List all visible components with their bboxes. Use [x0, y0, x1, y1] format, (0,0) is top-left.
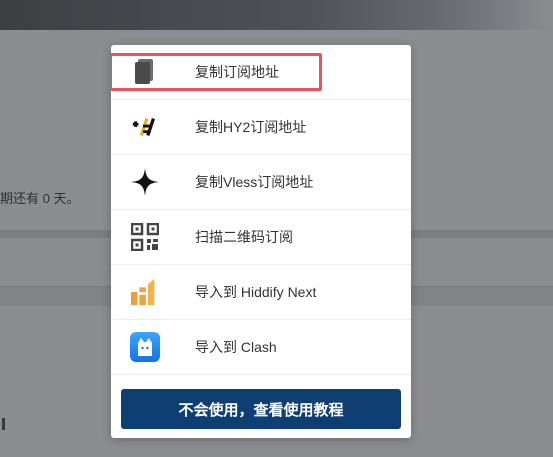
menu-item-copy-subscription[interactable]: 复制订阅地址	[111, 45, 411, 100]
menu-item-label: 复制订阅地址	[195, 64, 279, 80]
tutorial-button[interactable]: 不会使用，查看使用教程	[121, 389, 401, 429]
menu-item-label: 复制Vless订阅地址	[195, 174, 314, 190]
hysteria2-icon	[130, 112, 160, 142]
hiddify-icon	[130, 277, 160, 307]
menu-item-label: 扫描二维码订阅	[195, 229, 293, 245]
menu-item-scan-qr[interactable]: 扫描二维码订阅	[111, 210, 411, 265]
menu-item-import-clash[interactable]: 导入到 Clash	[111, 320, 411, 375]
background-banner	[0, 0, 553, 30]
vless-star-icon	[130, 167, 160, 197]
tutorial-button-wrap: 不会使用，查看使用教程	[121, 389, 401, 429]
menu-item-label: 导入到 Clash	[195, 339, 277, 355]
copy-icon	[130, 57, 160, 87]
background-expiry-text: 期还有 0 天。	[0, 191, 80, 206]
subscription-modal: 复制订阅地址 复制HY2订阅地址 复制Vless订阅地址 扫描二维码订阅 导入到…	[111, 45, 411, 438]
qr-code-icon	[130, 222, 160, 252]
menu-item-label: 导入到 Hiddify Next	[195, 284, 317, 300]
clash-cat-icon	[130, 332, 160, 362]
menu-item-label: 复制HY2订阅地址	[195, 119, 307, 135]
menu-item-import-hiddify[interactable]: 导入到 Hiddify Next	[111, 265, 411, 320]
menu-item-copy-hy2[interactable]: 复制HY2订阅地址	[111, 100, 411, 155]
menu-item-copy-vless[interactable]: 复制Vless订阅地址	[111, 155, 411, 210]
background-mark	[2, 418, 5, 430]
